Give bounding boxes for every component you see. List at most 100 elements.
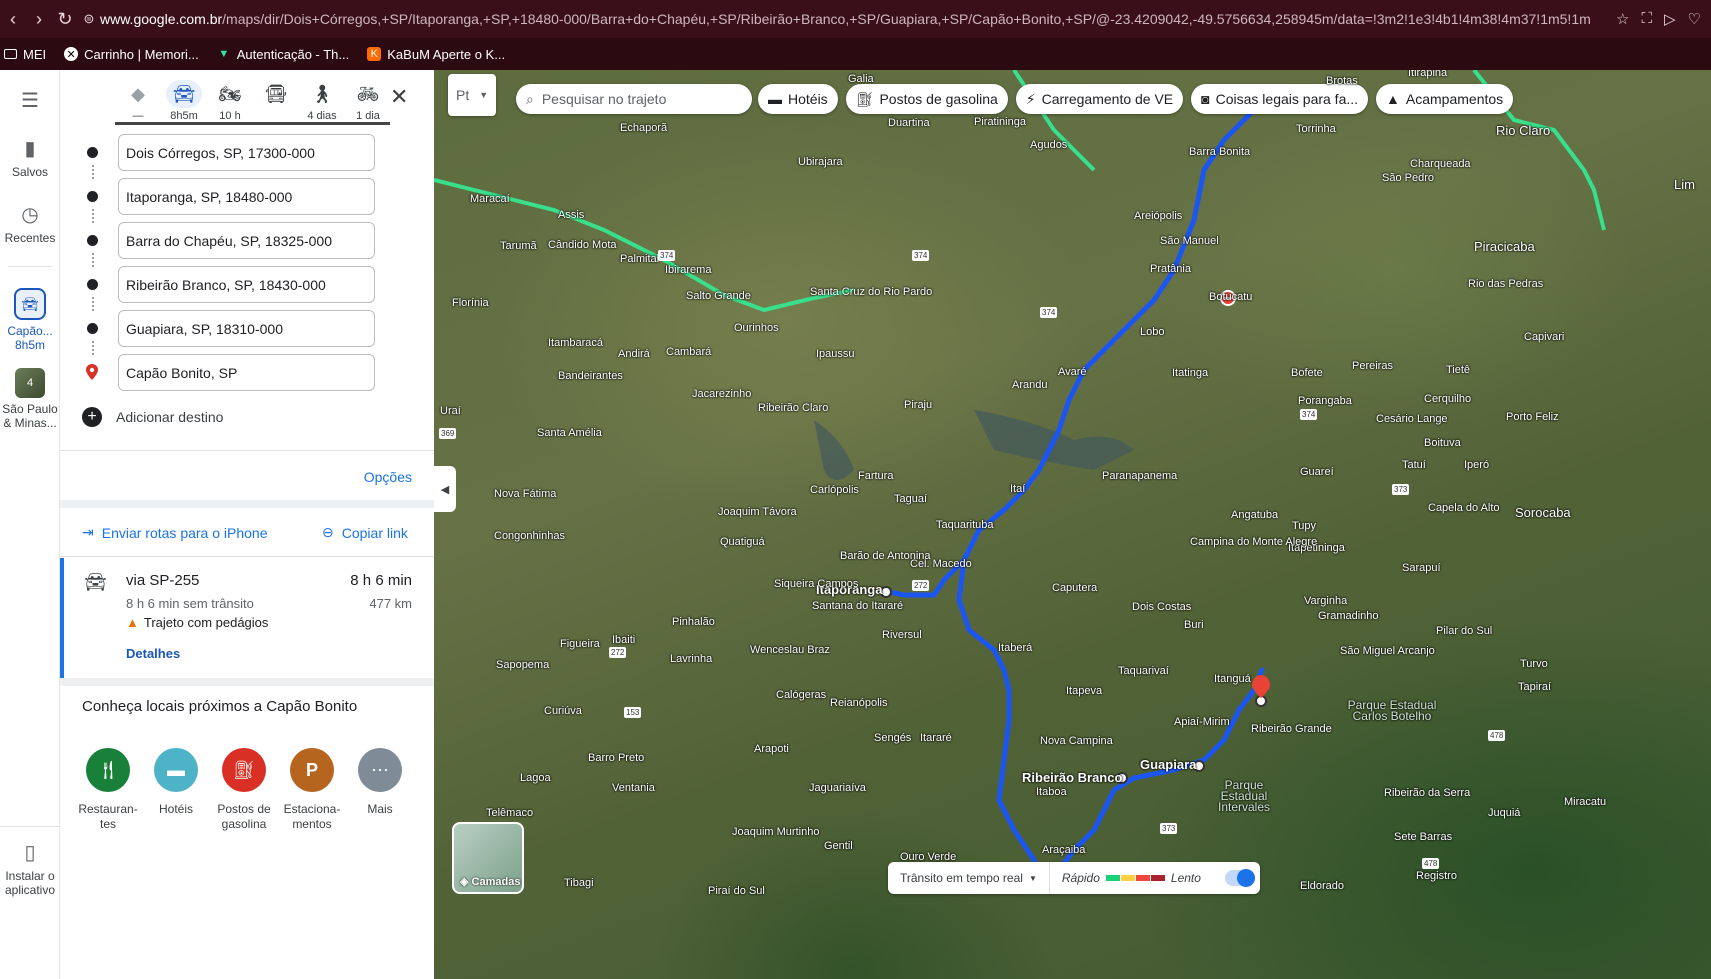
town-label: Barro Preto	[588, 752, 645, 764]
bike-icon: 🚲︎	[356, 83, 380, 104]
forward-icon[interactable]: ›	[26, 0, 52, 38]
site-icon: ✕	[64, 47, 79, 61]
town-label: Calógeras	[776, 689, 827, 701]
section-separator	[60, 500, 434, 508]
send-to-phone-button[interactable]: ⇥ Enviar rotas para o iPhone	[82, 524, 268, 541]
category-parking[interactable]: P Estaciona-mentos	[278, 748, 346, 832]
chip-fun[interactable]: ◙ Coisas legais para fa...	[1191, 84, 1369, 114]
town-label: Taquarivaí	[1118, 665, 1169, 677]
town-label: Turvo	[1520, 658, 1548, 670]
install-app-button[interactable]: ▯ Instalar o aplicativo	[0, 840, 60, 897]
town-label: Avaré	[1058, 366, 1087, 378]
rail-current-route[interactable]: 🚘︎ Capão... 8h5m	[0, 288, 60, 352]
layers-button[interactable]: ◈ Camadas	[452, 822, 524, 894]
rail-divider	[8, 266, 52, 267]
bookmark-star-icon[interactable]: ☆	[1616, 10, 1629, 28]
traffic-toggle[interactable]	[1224, 869, 1255, 887]
town-label: Angatuba	[1231, 509, 1279, 521]
heart-icon[interactable]: ♡	[1688, 10, 1701, 28]
waypoint-input[interactable]: Ribeirão Branco, SP, 18430-000	[118, 266, 375, 303]
site-info-icon[interactable]: ⊜	[78, 11, 100, 27]
rail-recent[interactable]: ◷ Recentes	[0, 202, 60, 245]
category-label: Restauran-	[78, 802, 138, 816]
town-label: Siqueira Campos	[774, 578, 859, 590]
history-icon: ◷	[21, 204, 39, 226]
ev-charger-icon: ⚡︎	[1025, 90, 1036, 107]
waypoint-input[interactable]: Guapiara, SP, 18310-000	[118, 310, 375, 347]
map-canvas[interactable]: Pt ▼ ⌕ Pesquisar no trajeto ▬ Hotéis ⛽︎ Pos…	[434, 70, 1711, 979]
town-label: Araçaiba	[1042, 844, 1086, 856]
destination-pin-icon	[1252, 675, 1270, 698]
route-option[interactable]: 🚘︎ via SP-255 8 h 6 min 8 h 6 min sem tr…	[60, 558, 434, 678]
rail-recent-route[interactable]: 4 São Paulo & Minas...	[0, 368, 60, 430]
chip-ev[interactable]: ⚡︎ Carregamento de VE	[1015, 84, 1184, 114]
route-search-input[interactable]: ⌕ Pesquisar no trajeto	[516, 84, 752, 114]
reload-icon[interactable]: ↻	[52, 0, 78, 38]
bookmark-mei[interactable]: MEI	[4, 47, 46, 62]
category-hotels[interactable]: ▬ Hotéis	[142, 748, 210, 832]
town-label: Capivari	[1524, 331, 1565, 343]
screenshot-icon[interactable]: ⛶	[1641, 10, 1652, 28]
category-label: Hotéis	[158, 802, 193, 816]
town-label: Joaquim Murtinho	[732, 826, 820, 838]
town-label: Boituva	[1424, 437, 1461, 449]
section-separator	[60, 678, 434, 686]
chip-hotels[interactable]: ▬ Hotéis	[758, 84, 838, 114]
category-label: tes	[99, 817, 116, 831]
language-button[interactable]: Pt ▼	[448, 74, 496, 116]
rail-saved[interactable]: ▮ Salvos	[0, 136, 60, 179]
town-label: Brotas	[1326, 75, 1358, 87]
link-icon: ⊖	[322, 524, 334, 540]
bookmark-carrinho[interactable]: ✕ Carrinho | Memori...	[64, 47, 199, 62]
town-label: Ibirarema	[665, 264, 712, 276]
copy-link-button[interactable]: ⊖ Copiar link	[322, 524, 408, 541]
car-icon: 🚘︎	[84, 572, 107, 592]
mode-motorcycle[interactable]: 🏍︎ 10 h	[207, 80, 253, 123]
bookmarks-bar: MEI ✕ Carrinho | Memori... ▼ Autenticaçã…	[0, 38, 1711, 70]
category-gas[interactable]: ⛽︎ Postos de gasolina	[210, 748, 278, 832]
close-icon[interactable]: ✕	[390, 84, 408, 110]
back-icon[interactable]: ‹	[0, 0, 26, 38]
chip-camping[interactable]: ▲ Acampamentos	[1376, 84, 1514, 114]
town-label: Tapiraí	[1518, 681, 1552, 693]
browser-toolbar: ‹ › ↻ ⊜ www.google.com.br/maps/dir/Dois+…	[0, 0, 1711, 38]
modes-underline	[115, 122, 390, 125]
mode-bike[interactable]: 🚲︎ 1 dia	[345, 80, 391, 123]
category-more[interactable]: ⋯ Mais	[346, 748, 414, 832]
mode-car[interactable]: 🚘︎ 8h5m	[161, 80, 207, 122]
category-restaurants[interactable]: 🍴︎ Restauran-tes	[74, 748, 142, 832]
directions-panel: ◆ — 🚘︎ 8h5m 🏍︎ 10 h 🚍︎ 🚶︎ 4 dias 🚲︎ 1 dia ✕ D…	[60, 70, 434, 979]
more-dots-icon: ⋯	[358, 748, 402, 792]
waypoint-input[interactable]: Barra do Chapéu, SP, 18325-000	[118, 222, 375, 259]
town-label: Ibaiti	[612, 634, 636, 646]
town-label: Botucatu	[1209, 291, 1253, 303]
add-destination-button[interactable]: + Adicionar destino	[82, 407, 223, 427]
traffic-dropdown[interactable]: Trânsito em tempo real ▼	[888, 862, 1050, 894]
town-label: Itirapina	[1408, 70, 1448, 79]
collapse-panel-button[interactable]: ◀	[434, 466, 456, 512]
waypoint-input[interactable]: Capão Bonito, SP	[118, 354, 375, 391]
mode-walk[interactable]: 🚶︎ 4 dias	[299, 80, 345, 123]
url-text: www.google.com.br/maps/dir/Dois+Córregos…	[100, 11, 1591, 27]
mode-transit[interactable]: 🚍︎	[253, 80, 299, 122]
town-label: Buri	[1184, 619, 1204, 631]
options-button[interactable]: Opções	[364, 469, 412, 485]
chip-gas[interactable]: ⛽︎ Postos de gasolina	[845, 84, 1008, 114]
bookmark-autenticacao[interactable]: ▼ Autenticação - Th...	[217, 47, 349, 62]
waypoint-row: Itaporanga, SP, 18480-000	[60, 178, 434, 216]
play-icon[interactable]: ▷	[1664, 10, 1676, 28]
highway-shield: 374	[912, 250, 930, 261]
bookmark-kabum[interactable]: K KaBuM Aperte o K...	[367, 47, 505, 62]
town-label: Piratininga	[974, 116, 1026, 128]
details-link[interactable]: Detalhes	[126, 646, 180, 661]
mode-best[interactable]: ◆ —	[115, 80, 161, 123]
fork-knife-icon: 🍴︎	[86, 748, 130, 792]
send-to-device-icon: ⇥	[82, 524, 94, 540]
highway-shield: 272	[609, 647, 627, 658]
town-label: Tietê	[1446, 364, 1471, 376]
address-bar[interactable]: ⊜ www.google.com.br/maps/dir/Dois+Córreg…	[78, 4, 1616, 34]
bookmark-label: MEI	[23, 46, 47, 62]
waypoint-input[interactable]: Dois Córregos, SP, 17300-000	[118, 134, 375, 171]
menu-button[interactable]: ☰	[0, 88, 60, 117]
waypoint-input[interactable]: Itaporanga, SP, 18480-000	[118, 178, 375, 215]
